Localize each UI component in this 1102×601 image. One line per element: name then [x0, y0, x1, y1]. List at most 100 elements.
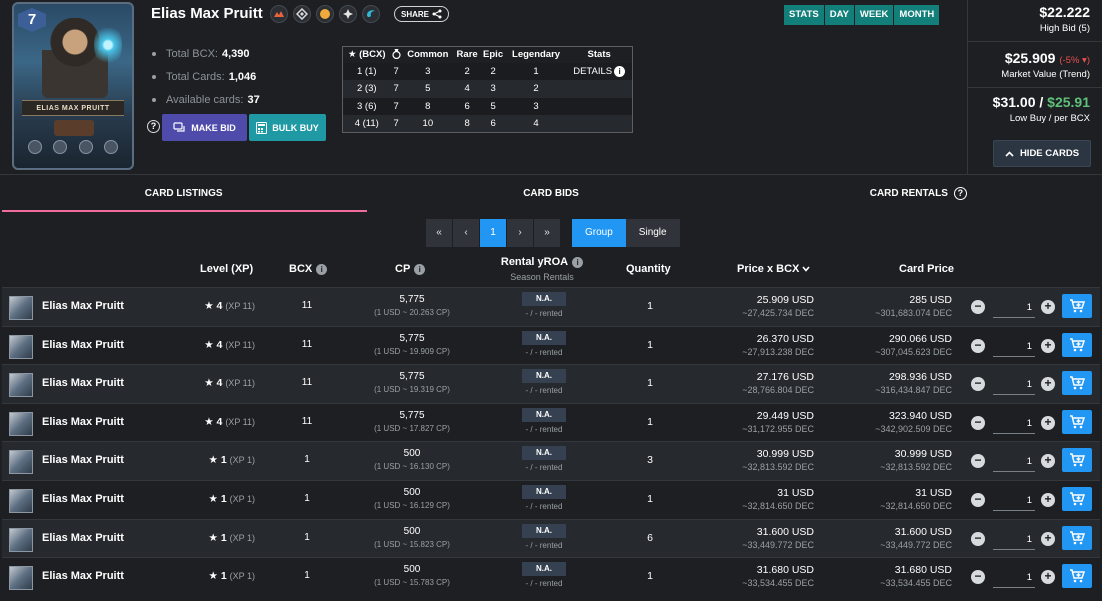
card-thumbnail[interactable]	[9, 566, 33, 591]
period-selector: STATS DAY WEEK MONTH	[784, 5, 940, 25]
card-name[interactable]: Elias Max Pruitt	[42, 454, 124, 466]
increase-quantity-button[interactable]: +	[1041, 415, 1055, 430]
rental-yroa-badge: N.A.	[522, 523, 566, 538]
buy-quantity-input[interactable]: 1	[993, 337, 1035, 357]
listing-quantity: 1	[647, 415, 653, 428]
bcx-column-header[interactable]: BCX i	[289, 263, 328, 275]
tab-card-rentals[interactable]: CARD RENTALS?	[735, 175, 1102, 212]
card-thumbnail[interactable]	[9, 488, 33, 513]
buy-quantity-input[interactable]: 1	[993, 530, 1035, 550]
group-button[interactable]: Group	[572, 219, 626, 247]
period-week-button[interactable]: WEEK	[854, 5, 894, 25]
single-button[interactable]: Single	[625, 219, 680, 247]
bulk-buy-button[interactable]: BULK BUY	[249, 114, 326, 141]
increase-quantity-button[interactable]: +	[1041, 492, 1055, 507]
increase-quantity-button[interactable]: +	[1041, 377, 1055, 392]
add-to-cart-button[interactable]	[1062, 371, 1092, 396]
card-name[interactable]: Elias Max Pruitt	[42, 339, 124, 351]
listing-row[interactable]: Elias Max Pruitt ★ 1 (XP 1) 1 500 (1 USD …	[2, 518, 1100, 558]
quantity-column-header[interactable]: Quantity	[626, 263, 671, 275]
decrease-quantity-button[interactable]: −	[971, 338, 985, 353]
card-thumbnail[interactable]	[9, 373, 33, 398]
help-icon[interactable]: ?	[147, 120, 160, 133]
card-thumbnail[interactable]	[9, 527, 33, 552]
decrease-quantity-button[interactable]: −	[971, 492, 985, 507]
listing-row[interactable]: Elias Max Pruitt ★ 4 (XP 11) 11 5,775 (1 …	[2, 402, 1100, 442]
buy-quantity-input[interactable]: 1	[993, 452, 1035, 473]
card-level: ★ 4 (XP 11)	[204, 377, 255, 390]
tab-card-listings[interactable]: CARD LISTINGS	[0, 175, 368, 212]
buy-quantity-input[interactable]: 1	[993, 568, 1035, 589]
card-thumbnail[interactable]	[9, 296, 33, 320]
card-price-column-header[interactable]: Card Price	[899, 263, 954, 275]
increase-quantity-button[interactable]: +	[1041, 531, 1055, 546]
card-name[interactable]: Elias Max Pruitt	[42, 300, 124, 312]
card-thumbnail[interactable]	[9, 411, 33, 436]
price-per-bcx: 30.999 USD ~32,813.592 DEC	[742, 448, 814, 473]
add-to-cart-button[interactable]	[1062, 525, 1092, 550]
add-to-cart-button[interactable]	[1062, 486, 1092, 511]
add-to-cart-button[interactable]	[1062, 294, 1092, 318]
add-to-cart-button[interactable]	[1062, 448, 1092, 473]
listing-quantity: 1	[647, 492, 653, 505]
first-page-button[interactable]: «	[426, 219, 452, 247]
decrease-quantity-button[interactable]: −	[971, 415, 985, 430]
period-month-button[interactable]: MONTH	[894, 5, 940, 25]
add-to-cart-button[interactable]	[1062, 564, 1092, 589]
card-thumbnail[interactable]	[9, 334, 33, 359]
cp-column-header[interactable]: CP i	[395, 263, 426, 275]
level-row: 4 (11) 7 10 8 6 4	[342, 115, 633, 133]
level-column-header[interactable]: Level (XP)	[200, 263, 253, 275]
increase-quantity-button[interactable]: +	[1041, 570, 1055, 585]
buy-quantity-input[interactable]: 1	[993, 375, 1035, 396]
listing-row[interactable]: Elias Max Pruitt ★ 1 (XP 1) 1 500 (1 USD …	[2, 479, 1100, 519]
make-bid-button[interactable]: MAKE BID	[162, 114, 247, 141]
next-page-button[interactable]: ›	[507, 219, 533, 247]
card-level-badge: 7	[18, 8, 46, 32]
share-button[interactable]: SHARE	[394, 6, 450, 22]
decrease-quantity-button[interactable]: −	[971, 300, 985, 314]
decrease-quantity-button[interactable]: −	[971, 531, 985, 546]
add-to-cart-button[interactable]	[1062, 332, 1092, 357]
card-name[interactable]: Elias Max Pruitt	[42, 377, 124, 389]
current-page-button[interactable]: 1	[480, 219, 506, 247]
card-price: 30.999 USD ~32,813.592 DEC	[880, 448, 952, 473]
card-name[interactable]: Elias Max Pruitt	[42, 570, 124, 582]
listing-row[interactable]: Elias Max Pruitt ★ 4 (XP 11) 11 5,775 (1 …	[2, 364, 1100, 403]
period-stats-button[interactable]: STATS	[784, 5, 824, 25]
details-link[interactable]: DETAILS i	[566, 62, 633, 80]
listing-row[interactable]: Elias Max Pruitt ★ 4 (XP 11) 11 5,775 (1 …	[2, 325, 1100, 365]
prev-page-button[interactable]: ‹	[453, 219, 479, 247]
card-name[interactable]: Elias Max Pruitt	[42, 532, 124, 544]
increase-quantity-button[interactable]: +	[1041, 300, 1055, 314]
card-level: ★ 1 (XP 1)	[208, 492, 255, 505]
increase-quantity-button[interactable]: +	[1041, 338, 1055, 353]
decrease-quantity-button[interactable]: −	[971, 454, 985, 469]
card-name[interactable]: Elias Max Pruitt	[42, 416, 124, 428]
card-bcx: 1	[304, 570, 310, 582]
card-artwork[interactable]: 7 ELIAS MAX PRUITT	[12, 2, 134, 170]
buy-quantity-input[interactable]: 1	[993, 414, 1035, 434]
card-cp: 5,775 (1 USD ~ 17.827 CP)	[374, 409, 450, 433]
add-to-cart-button[interactable]	[1062, 409, 1092, 434]
help-icon[interactable]: ?	[953, 186, 967, 200]
listing-row[interactable]: Elias Max Pruitt ★ 1 (XP 1) 1 500 (1 USD …	[2, 441, 1100, 480]
decrease-quantity-button[interactable]: −	[971, 377, 985, 392]
period-day-button[interactable]: DAY	[824, 5, 854, 25]
listing-row[interactable]: Elias Max Pruitt ★ 4 (XP 11) 11 5,775 (1 …	[2, 287, 1100, 326]
tab-card-bids[interactable]: CARD BIDS	[367, 175, 734, 212]
price-bcx-column-header[interactable]: Price x BCX	[737, 263, 811, 275]
listing-row[interactable]: Elias Max Pruitt ★ 1 (XP 1) 1 500 (1 USD …	[2, 557, 1100, 596]
rental-column-header[interactable]: Rental yROA i Season Rentals	[497, 256, 587, 282]
summary-total-bcx: Total BCX: 4,390	[152, 42, 260, 65]
decrease-quantity-button[interactable]: −	[971, 570, 985, 585]
card-bcx: 11	[301, 415, 313, 427]
buy-quantity-input[interactable]: 1	[993, 298, 1035, 318]
last-page-button[interactable]: »	[534, 219, 560, 247]
increase-quantity-button[interactable]: +	[1041, 454, 1055, 469]
hide-cards-button[interactable]: HIDE CARDS	[993, 140, 1091, 167]
card-name[interactable]: Elias Max Pruitt	[42, 493, 124, 505]
buy-quantity-input[interactable]: 1	[993, 491, 1035, 511]
rented-count: - / - rented	[525, 347, 563, 357]
card-thumbnail[interactable]	[9, 450, 33, 475]
